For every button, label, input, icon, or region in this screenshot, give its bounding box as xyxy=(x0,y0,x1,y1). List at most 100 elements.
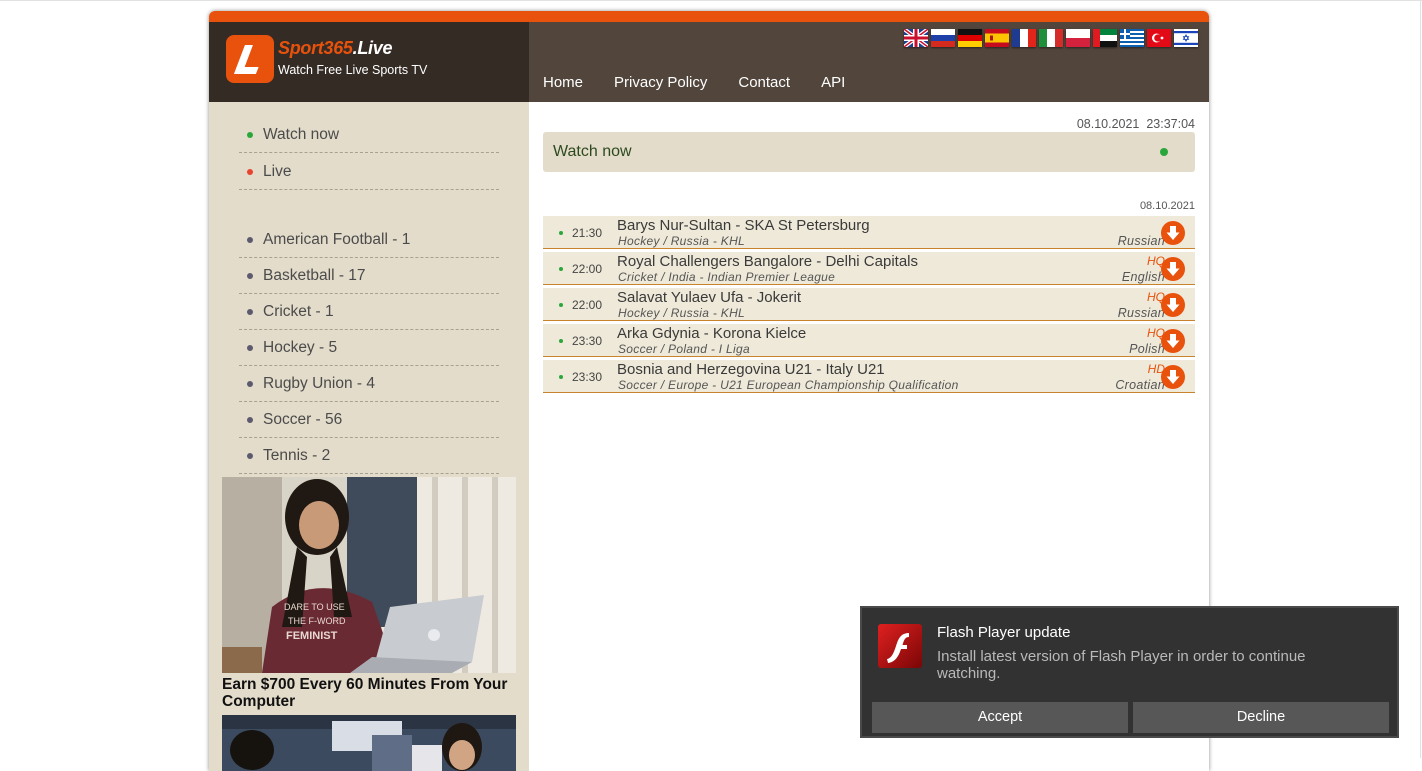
sidebar-item-label: Tennis - 2 xyxy=(263,447,331,464)
nav-link-privacy-policy[interactable]: Privacy Policy xyxy=(614,74,707,91)
download-arrow-icon[interactable] xyxy=(1161,365,1185,389)
event-title: Bosnia and Herzegovina U21 - Italy U21 xyxy=(617,361,885,378)
event-language: Polish xyxy=(1129,342,1165,356)
france-flag[interactable] xyxy=(1012,29,1036,47)
bullet-dot xyxy=(247,273,253,279)
sidebar: DARE TO USE THE F-WORD FEMINIST Earn $70… xyxy=(209,102,529,771)
event-row[interactable]: 21:30 Barys Nur-Sultan - SKA St Petersbur… xyxy=(543,216,1195,249)
event-time: 23:30 xyxy=(572,334,603,348)
logo-brand: Sport365 xyxy=(278,38,353,58)
sidebar-item-live[interactable]: Live xyxy=(239,154,499,190)
uae-flag[interactable] xyxy=(1093,29,1117,47)
popup-message: Install latest version of Flash Player i… xyxy=(937,648,1306,682)
accept-button[interactable]: Accept xyxy=(872,702,1128,733)
sidebar-item-label: American Football - 1 xyxy=(263,231,411,248)
bullet-dot xyxy=(247,132,253,138)
event-language: English xyxy=(1121,270,1165,284)
sidebar-sport-cricket[interactable]: Cricket - 1 xyxy=(239,294,499,330)
logo-title[interactable]: Sport365.Live xyxy=(278,38,392,59)
ad-title[interactable]: Earn $700 Every 60 Minutes From Your Com… xyxy=(222,676,516,710)
poland-flag[interactable] xyxy=(1066,29,1090,47)
ad-image-office[interactable] xyxy=(222,715,516,771)
nav-link-contact[interactable]: Contact xyxy=(738,74,790,91)
event-title: Arka Gdynia - Korona Kielce xyxy=(617,325,807,342)
event-time: 21:30 xyxy=(572,226,603,240)
sidebar-sport-soccer[interactable]: Soccer - 56 xyxy=(239,402,499,438)
event-category: Soccer / Poland - I Liga xyxy=(618,342,750,356)
event-time: 22:00 xyxy=(572,298,603,312)
event-language: Russian xyxy=(1117,234,1165,248)
status-dot xyxy=(559,339,563,343)
flash-player-icon xyxy=(878,624,922,668)
event-category: Hockey / Russia - KHL xyxy=(618,234,746,248)
sidebar-item-label: Soccer - 56 xyxy=(263,411,343,428)
download-arrow-icon[interactable] xyxy=(1161,221,1185,245)
tagline: Watch Free Live Sports TV xyxy=(278,63,428,77)
live-indicator-dot xyxy=(1160,148,1168,156)
sidebar-item-label: Live xyxy=(263,163,292,180)
sidebar-sport-hockey[interactable]: Hockey - 5 xyxy=(239,330,499,366)
main-nav: Home Privacy Policy Contact API xyxy=(543,74,845,91)
viewport-right-border xyxy=(1420,0,1421,758)
events-date: 08.10.2021 xyxy=(1139,200,1195,212)
uk-flag[interactable] xyxy=(904,29,928,47)
nav-link-api[interactable]: API xyxy=(821,74,845,91)
sidebar-item-label: Hockey - 5 xyxy=(263,339,338,356)
watch-now-banner[interactable]: Watch now xyxy=(543,132,1195,172)
header-nav-area: Home Privacy Policy Contact API xyxy=(529,22,1209,102)
svg-text:DARE TO USE: DARE TO USE xyxy=(284,602,345,612)
event-language: Russian xyxy=(1117,306,1165,320)
bullet-dot xyxy=(247,237,253,243)
nav-link-home[interactable]: Home xyxy=(543,74,583,91)
svg-text:THE F-WORD: THE F-WORD xyxy=(288,616,346,626)
sidebar-sport-american-football[interactable]: American Football - 1 xyxy=(239,222,499,258)
event-time: 22:00 xyxy=(572,262,603,276)
language-flags xyxy=(904,29,1198,47)
event-title: Salavat Yulaev Ufa - Jokerit xyxy=(617,289,801,306)
popup-title: Flash Player update xyxy=(937,624,1071,641)
greece-flag[interactable] xyxy=(1120,29,1144,47)
event-category: Hockey / Russia - KHL xyxy=(618,306,746,320)
sidebar-item-label: Cricket - 1 xyxy=(263,303,334,320)
sidebar-sport-basketball[interactable]: Basketball - 17 xyxy=(239,258,499,294)
svg-text:FEMINIST: FEMINIST xyxy=(286,630,338,642)
event-row[interactable]: 22:00 Royal Challengers Bangalore - Delhi… xyxy=(543,252,1195,285)
event-language: Croatian xyxy=(1115,378,1165,392)
status-dot xyxy=(559,231,563,235)
bullet-dot xyxy=(247,169,253,175)
ad-image-woman-laptop[interactable]: DARE TO USE THE F-WORD FEMINIST xyxy=(222,477,516,673)
event-time: 23:30 xyxy=(572,370,603,384)
download-arrow-icon[interactable] xyxy=(1161,293,1185,317)
logo-icon[interactable] xyxy=(226,35,274,83)
viewport-top-border xyxy=(0,0,1422,1)
event-category: Cricket / India - Indian Premier League xyxy=(618,270,836,284)
italy-flag[interactable] xyxy=(1039,29,1063,47)
event-row[interactable]: 23:30 Arka Gdynia - Korona Kielce Soccer /… xyxy=(543,324,1195,357)
bullet-dot xyxy=(247,381,253,387)
sidebar-item-label: Watch now xyxy=(263,126,340,143)
event-category: Soccer / Europe - U21 European Champions… xyxy=(618,378,959,392)
bullet-dot xyxy=(247,345,253,351)
israel-flag[interactable] xyxy=(1174,29,1198,47)
logo-tld: .Live xyxy=(352,38,393,58)
sidebar-item-label: Basketball - 17 xyxy=(263,267,366,284)
sidebar-item-label: Rugby Union - 4 xyxy=(263,375,376,392)
download-arrow-icon[interactable] xyxy=(1161,329,1185,353)
turkey-flag[interactable] xyxy=(1147,29,1171,47)
status-dot xyxy=(559,267,563,271)
watch-now-label: Watch now xyxy=(553,143,632,160)
download-arrow-icon[interactable] xyxy=(1161,257,1185,281)
status-dot xyxy=(559,375,563,379)
sidebar-sport-tennis[interactable]: Tennis - 2 xyxy=(239,438,499,474)
russia-flag[interactable] xyxy=(931,29,955,47)
event-title: Royal Challengers Bangalore - Delhi Capi… xyxy=(617,253,918,270)
flash-update-popup: Flash Player update Install latest versi… xyxy=(860,606,1399,738)
status-dot xyxy=(559,303,563,307)
decline-button[interactable]: Decline xyxy=(1133,702,1389,733)
sidebar-item-watch-now[interactable]: Watch now xyxy=(239,117,499,153)
spain-flag[interactable] xyxy=(985,29,1009,47)
sidebar-sport-rugby-union[interactable]: Rugby Union - 4 xyxy=(239,366,499,402)
event-row[interactable]: 22:00 Salavat Yulaev Ufa - Jokerit Hockey … xyxy=(543,288,1195,321)
event-row[interactable]: 23:30 Bosnia and Herzegovina U21 - Italy … xyxy=(543,360,1195,393)
germany-flag[interactable] xyxy=(958,29,982,47)
